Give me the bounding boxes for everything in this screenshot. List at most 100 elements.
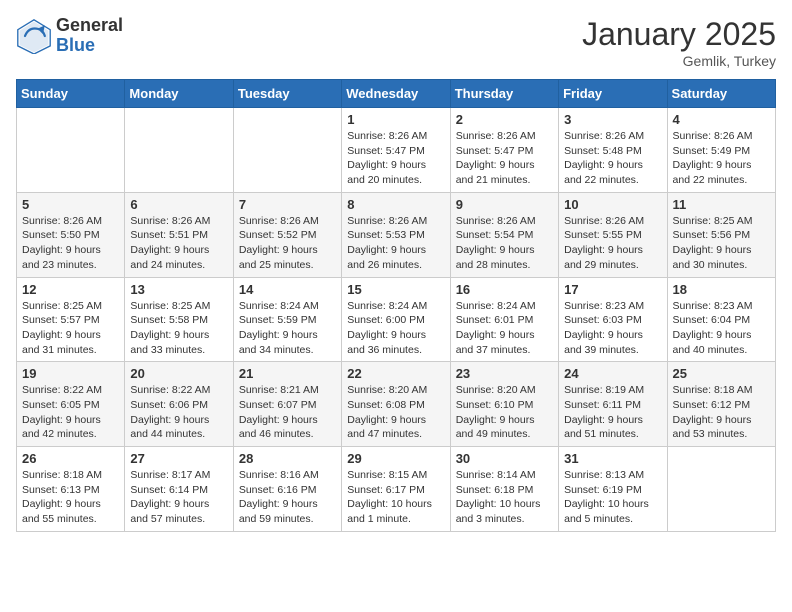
day-info: Sunrise: 8:20 AMSunset: 6:10 PMDaylight:… (456, 383, 553, 442)
day-number: 10 (564, 197, 661, 212)
day-number: 6 (130, 197, 227, 212)
day-info: Sunrise: 8:17 AMSunset: 6:14 PMDaylight:… (130, 468, 227, 527)
day-cell: 17Sunrise: 8:23 AMSunset: 6:03 PMDayligh… (559, 277, 667, 362)
day-info: Sunrise: 8:19 AMSunset: 6:11 PMDaylight:… (564, 383, 661, 442)
day-cell: 22Sunrise: 8:20 AMSunset: 6:08 PMDayligh… (342, 362, 450, 447)
day-cell: 21 Sunrise: 8:21 AMSunset: 6:07 PMDayligh… (233, 362, 341, 447)
logo-text: General Blue (56, 16, 123, 56)
day-info: Sunrise: 8:26 AMSunset: 5:55 PMDaylight:… (564, 214, 661, 273)
day-info: Sunrise: 8:16 AMSunset: 6:16 PMDaylight:… (239, 468, 336, 527)
day-number: 13 (130, 282, 227, 297)
day-info: Sunrise: 8:26 AMSunset: 5:52 PMDaylight:… (239, 214, 336, 273)
day-info: Sunrise: 8:22 AMSunset: 6:06 PMDaylight:… (130, 383, 227, 442)
day-header-saturday: Saturday (667, 80, 775, 108)
day-info: Sunrise: 8:26 AMSunset: 5:50 PMDaylight:… (22, 214, 119, 273)
day-number: 12 (22, 282, 119, 297)
day-cell: 12 Sunrise: 8:25 AMSunset: 5:57 PMDayligh… (17, 277, 125, 362)
week-row-1: 1 Sunrise: 8:26 AMSunset: 5:47 PMDaylight… (17, 108, 776, 193)
day-info: Sunrise: 8:26 AMSunset: 5:54 PMDaylight:… (456, 214, 553, 273)
day-cell: 8Sunrise: 8:26 AMSunset: 5:53 PMDaylight… (342, 192, 450, 277)
day-number: 15 (347, 282, 444, 297)
day-cell (125, 108, 233, 193)
day-cell: 9 Sunrise: 8:26 AMSunset: 5:54 PMDaylight… (450, 192, 558, 277)
day-cell (17, 108, 125, 193)
day-info: Sunrise: 8:14 AMSunset: 6:18 PMDaylight:… (456, 468, 553, 527)
title-block: January 2025 Gemlik, Turkey (582, 16, 776, 69)
month-title: January 2025 (582, 16, 776, 53)
day-info: Sunrise: 8:26 AMSunset: 5:53 PMDaylight:… (347, 214, 444, 273)
day-info: Sunrise: 8:18 AMSunset: 6:13 PMDaylight:… (22, 468, 119, 527)
day-info: Sunrise: 8:24 AMSunset: 6:00 PMDaylight:… (347, 299, 444, 358)
day-header-wednesday: Wednesday (342, 80, 450, 108)
day-number: 9 (456, 197, 553, 212)
day-number: 7 (239, 197, 336, 212)
day-cell: 27Sunrise: 8:17 AMSunset: 6:14 PMDayligh… (125, 447, 233, 532)
page-header: General Blue January 2025 Gemlik, Turkey (16, 16, 776, 69)
week-row-3: 12 Sunrise: 8:25 AMSunset: 5:57 PMDayligh… (17, 277, 776, 362)
day-number: 23 (456, 366, 553, 381)
day-cell: 15 Sunrise: 8:24 AMSunset: 6:00 PMDayligh… (342, 277, 450, 362)
day-cell: 13 Sunrise: 8:25 AMSunset: 5:58 PMDayligh… (125, 277, 233, 362)
day-cell: 18Sunrise: 8:23 AMSunset: 6:04 PMDayligh… (667, 277, 775, 362)
day-number: 2 (456, 112, 553, 127)
day-info: Sunrise: 8:26 AMSunset: 5:47 PMDaylight:… (347, 129, 444, 188)
day-cell: 4 Sunrise: 8:26 AMSunset: 5:49 PMDaylight… (667, 108, 775, 193)
day-cell: 31 Sunrise: 8:13 AMSunset: 6:19 PMDayligh… (559, 447, 667, 532)
day-info: Sunrise: 8:24 AMSunset: 6:01 PMDaylight:… (456, 299, 553, 358)
day-number: 22 (347, 366, 444, 381)
week-row-5: 26 Sunrise: 8:18 AMSunset: 6:13 PMDayligh… (17, 447, 776, 532)
day-number: 30 (456, 451, 553, 466)
day-cell: 16 Sunrise: 8:24 AMSunset: 6:01 PMDayligh… (450, 277, 558, 362)
day-cell: 3 Sunrise: 8:26 AMSunset: 5:48 PMDaylight… (559, 108, 667, 193)
logo-icon (16, 18, 52, 54)
day-info: Sunrise: 8:13 AMSunset: 6:19 PMDaylight:… (564, 468, 661, 527)
day-info: Sunrise: 8:15 AMSunset: 6:17 PMDaylight:… (347, 468, 444, 527)
day-info: Sunrise: 8:22 AMSunset: 6:05 PMDaylight:… (22, 383, 119, 442)
day-number: 20 (130, 366, 227, 381)
day-cell: 7 Sunrise: 8:26 AMSunset: 5:52 PMDaylight… (233, 192, 341, 277)
day-number: 16 (456, 282, 553, 297)
logo-blue: Blue (56, 36, 123, 56)
day-info: Sunrise: 8:21 AMSunset: 6:07 PMDaylight:… (239, 383, 336, 442)
logo-general: General (56, 16, 123, 36)
day-number: 5 (22, 197, 119, 212)
day-header-thursday: Thursday (450, 80, 558, 108)
day-number: 29 (347, 451, 444, 466)
day-cell: 29 Sunrise: 8:15 AMSunset: 6:17 PMDayligh… (342, 447, 450, 532)
day-cell: 10 Sunrise: 8:26 AMSunset: 5:55 PMDayligh… (559, 192, 667, 277)
day-number: 25 (673, 366, 770, 381)
day-cell: 19 Sunrise: 8:22 AMSunset: 6:05 PMDayligh… (17, 362, 125, 447)
day-number: 21 (239, 366, 336, 381)
day-cell: 23 Sunrise: 8:20 AMSunset: 6:10 PMDayligh… (450, 362, 558, 447)
calendar-table: SundayMondayTuesdayWednesdayThursdayFrid… (16, 79, 776, 532)
day-info: Sunrise: 8:25 AMSunset: 5:58 PMDaylight:… (130, 299, 227, 358)
day-cell: 25Sunrise: 8:18 AMSunset: 6:12 PMDayligh… (667, 362, 775, 447)
day-number: 4 (673, 112, 770, 127)
day-info: Sunrise: 8:26 AMSunset: 5:47 PMDaylight:… (456, 129, 553, 188)
calendar-header-row: SundayMondayTuesdayWednesdayThursdayFrid… (17, 80, 776, 108)
day-number: 11 (673, 197, 770, 212)
day-info: Sunrise: 8:26 AMSunset: 5:48 PMDaylight:… (564, 129, 661, 188)
day-info: Sunrise: 8:24 AMSunset: 5:59 PMDaylight:… (239, 299, 336, 358)
day-info: Sunrise: 8:25 AMSunset: 5:56 PMDaylight:… (673, 214, 770, 273)
day-header-monday: Monday (125, 80, 233, 108)
day-cell (233, 108, 341, 193)
day-number: 1 (347, 112, 444, 127)
day-number: 28 (239, 451, 336, 466)
day-info: Sunrise: 8:25 AMSunset: 5:57 PMDaylight:… (22, 299, 119, 358)
day-number: 3 (564, 112, 661, 127)
day-cell: 1 Sunrise: 8:26 AMSunset: 5:47 PMDaylight… (342, 108, 450, 193)
location: Gemlik, Turkey (582, 53, 776, 69)
logo: General Blue (16, 16, 123, 56)
day-cell: 14Sunrise: 8:24 AMSunset: 5:59 PMDayligh… (233, 277, 341, 362)
day-info: Sunrise: 8:26 AMSunset: 5:49 PMDaylight:… (673, 129, 770, 188)
week-row-4: 19 Sunrise: 8:22 AMSunset: 6:05 PMDayligh… (17, 362, 776, 447)
day-number: 26 (22, 451, 119, 466)
day-cell: 20 Sunrise: 8:22 AMSunset: 6:06 PMDayligh… (125, 362, 233, 447)
day-number: 31 (564, 451, 661, 466)
day-number: 19 (22, 366, 119, 381)
day-cell: 28 Sunrise: 8:16 AMSunset: 6:16 PMDayligh… (233, 447, 341, 532)
day-number: 17 (564, 282, 661, 297)
day-header-friday: Friday (559, 80, 667, 108)
day-cell: 24Sunrise: 8:19 AMSunset: 6:11 PMDayligh… (559, 362, 667, 447)
